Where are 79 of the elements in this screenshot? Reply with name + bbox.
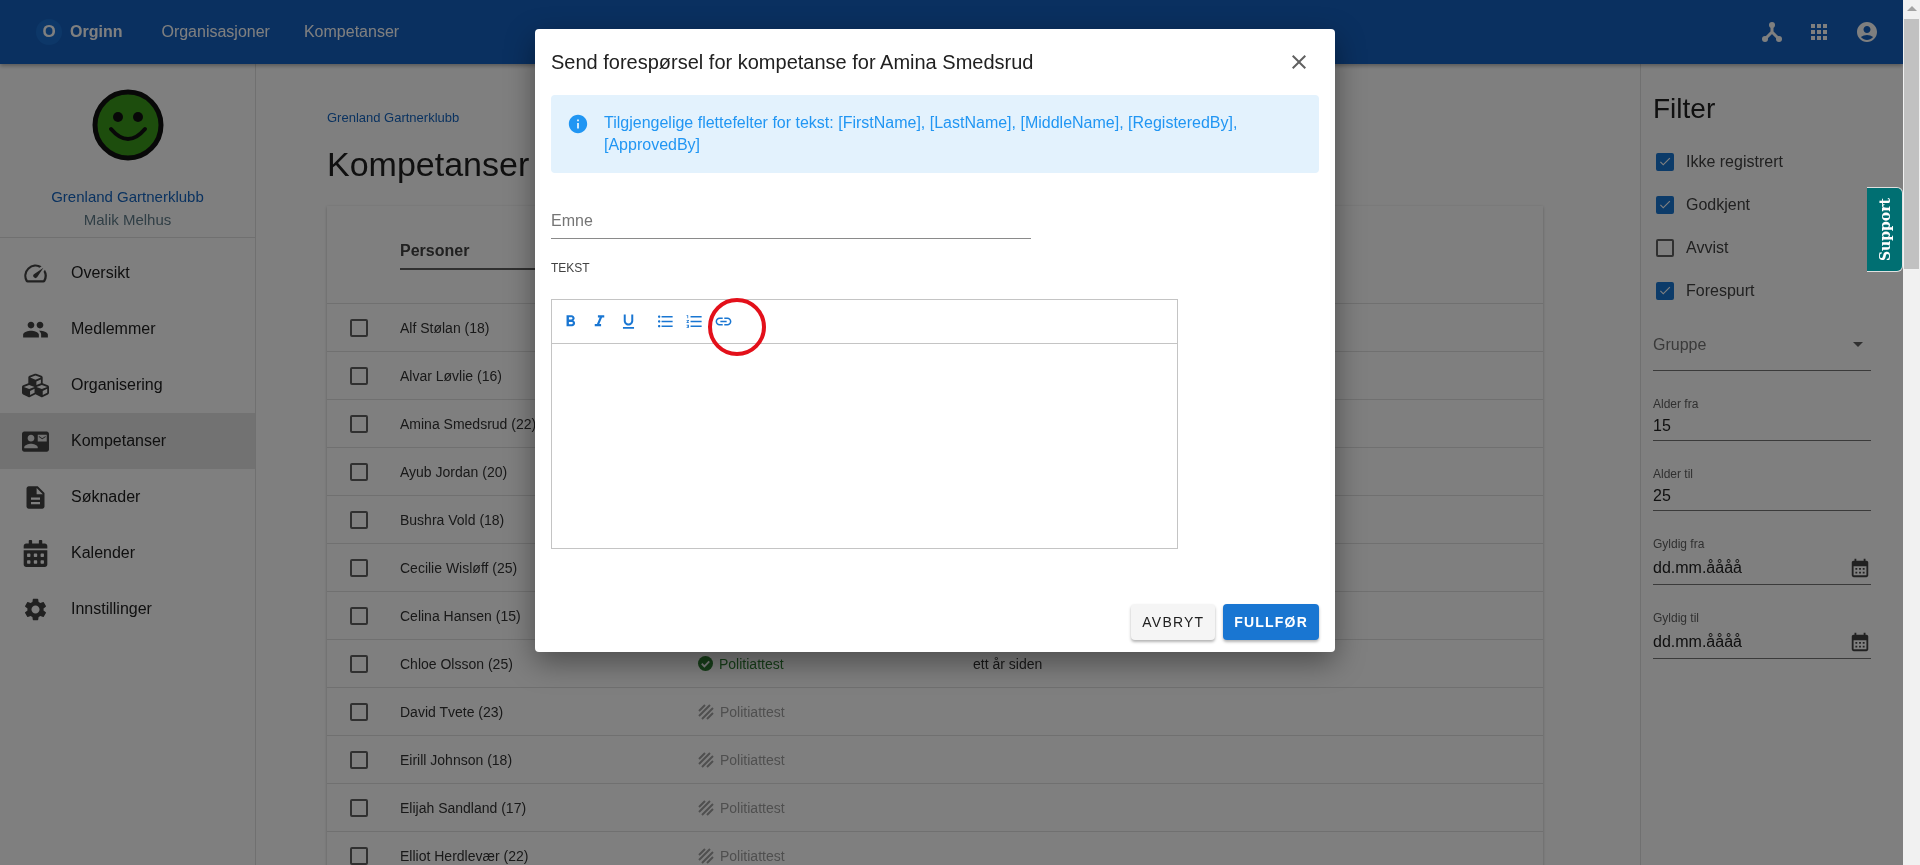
info-icon <box>567 113 589 135</box>
sidebar-item[interactable]: Oversikt <box>0 245 255 301</box>
filter-checkbox[interactable] <box>1656 238 1674 257</box>
calendar-icon[interactable] <box>1849 557 1871 579</box>
highlight-circle <box>706 296 768 358</box>
page-title: Kompetanser <box>327 145 530 184</box>
row-checkbox[interactable] <box>350 798 368 817</box>
nav-icon <box>22 371 49 399</box>
hub-icon[interactable] <box>1761 21 1783 43</box>
nav-link[interactable]: Organisasjoner <box>161 23 270 41</box>
filter-checkbox[interactable] <box>1656 281 1674 300</box>
support-tab[interactable]: Support <box>1867 187 1903 272</box>
checkbox-label: Forespurt <box>1686 281 1755 300</box>
field-value[interactable]: dd.mm.åååå <box>1653 633 1742 651</box>
group-select[interactable]: Gruppe <box>1653 319 1871 371</box>
person-name: Elijah Sandland (17) <box>400 799 527 816</box>
dialog-title: Send forespørsel for kompetanse for Amina Smedsrud <box>551 50 1034 74</box>
scroll-up-icon[interactable] <box>1906 6 1917 11</box>
field-value[interactable]: dd.mm.åååå <box>1653 559 1742 577</box>
info-text: Tilgjengelige flettefelter for tekst: [FirstName], [LastName], [MiddleName], [RegisteredBy], [ApprovedBy] <box>604 113 1239 155</box>
row-checkbox[interactable] <box>350 414 368 433</box>
row-checkbox[interactable] <box>350 318 368 337</box>
organization-name: Grenland Gartnerklubb <box>51 188 204 205</box>
checkbox-label: Ikke registrert <box>1686 152 1783 171</box>
person-name: Cecilie Wisløff (25) <box>400 559 518 576</box>
status-label: Politiattest <box>719 655 784 672</box>
row-checkbox[interactable] <box>350 750 368 769</box>
sidebar-item[interactable]: Organisering <box>0 357 255 413</box>
row-checkbox[interactable] <box>350 558 368 577</box>
field-label: Gyldig fra <box>1653 537 1706 551</box>
hatched-icon <box>698 847 714 864</box>
person-name: Bushra Vold (18) <box>400 511 505 528</box>
person-name: Chloe Olsson (25) <box>400 655 513 672</box>
row-checkbox[interactable] <box>350 654 368 673</box>
row-checkbox[interactable] <box>350 366 368 385</box>
logo-badge[interactable]: O <box>36 19 62 45</box>
time-ago: ett år siden <box>973 655 1043 672</box>
field-label: Alder fra <box>1653 397 1700 411</box>
nav-link[interactable]: Kompetanser <box>303 23 400 41</box>
row-checkbox[interactable] <box>350 510 368 529</box>
field-label: Gyldig til <box>1653 611 1700 625</box>
hatched-icon <box>698 703 714 720</box>
cancel-button[interactable]: AVBRYT <box>1131 604 1216 640</box>
brand-name[interactable]: Orginn <box>70 23 123 41</box>
user-name: Malik Melhus <box>83 211 172 228</box>
account-icon[interactable] <box>1855 20 1879 44</box>
person-name: Amina Smedsrud (22) <box>400 415 537 432</box>
scrollbar-thumb[interactable] <box>1904 19 1919 269</box>
row-checkbox[interactable] <box>350 462 368 481</box>
field-label: Alder til <box>1653 467 1694 481</box>
person-name: Alvar Løvlie (16) <box>400 367 502 384</box>
sidebar-item[interactable]: Søknader <box>0 469 255 525</box>
row-checkbox[interactable] <box>350 702 368 721</box>
submit-button[interactable]: FULLFØR <box>1223 604 1319 640</box>
field-value[interactable]: 15 <box>1653 417 1671 435</box>
filter-title: Filter <box>1653 93 1717 125</box>
hatched-icon <box>698 799 714 816</box>
filter-checkbox[interactable] <box>1656 195 1674 214</box>
row-checkbox[interactable] <box>350 846 368 865</box>
checkbox-label: Godkjent <box>1686 195 1751 214</box>
checkbox-label: Avvist <box>1686 238 1729 257</box>
dropdown-caret-icon <box>1853 342 1863 347</box>
person-name: Alf Stølan (18) <box>400 319 490 336</box>
row-checkbox[interactable] <box>350 606 368 625</box>
calendar-icon[interactable] <box>1849 631 1871 653</box>
person-name: Elliot Herdlevær (22) <box>400 847 529 864</box>
field-value[interactable]: 25 <box>1653 487 1671 505</box>
person-name: Celina Hansen (15) <box>400 607 521 624</box>
person-name: Ayub Jordan (20) <box>400 463 508 480</box>
sidebar-item[interactable]: Medlemmer <box>0 301 255 357</box>
sidebar-item[interactable]: Kompetanser <box>0 413 255 469</box>
nav-icon <box>22 539 49 567</box>
sidebar-item[interactable]: Kalender <box>0 525 255 581</box>
sidebar-item[interactable]: Innstillinger <box>0 581 255 637</box>
person-name: Eirill Johnson (18) <box>400 751 513 768</box>
numbered-list-icon[interactable] <box>685 312 704 331</box>
filter-checkbox[interactable] <box>1656 152 1674 171</box>
person-name: David Tvete (23) <box>400 703 504 720</box>
hatched-icon <box>698 751 714 768</box>
